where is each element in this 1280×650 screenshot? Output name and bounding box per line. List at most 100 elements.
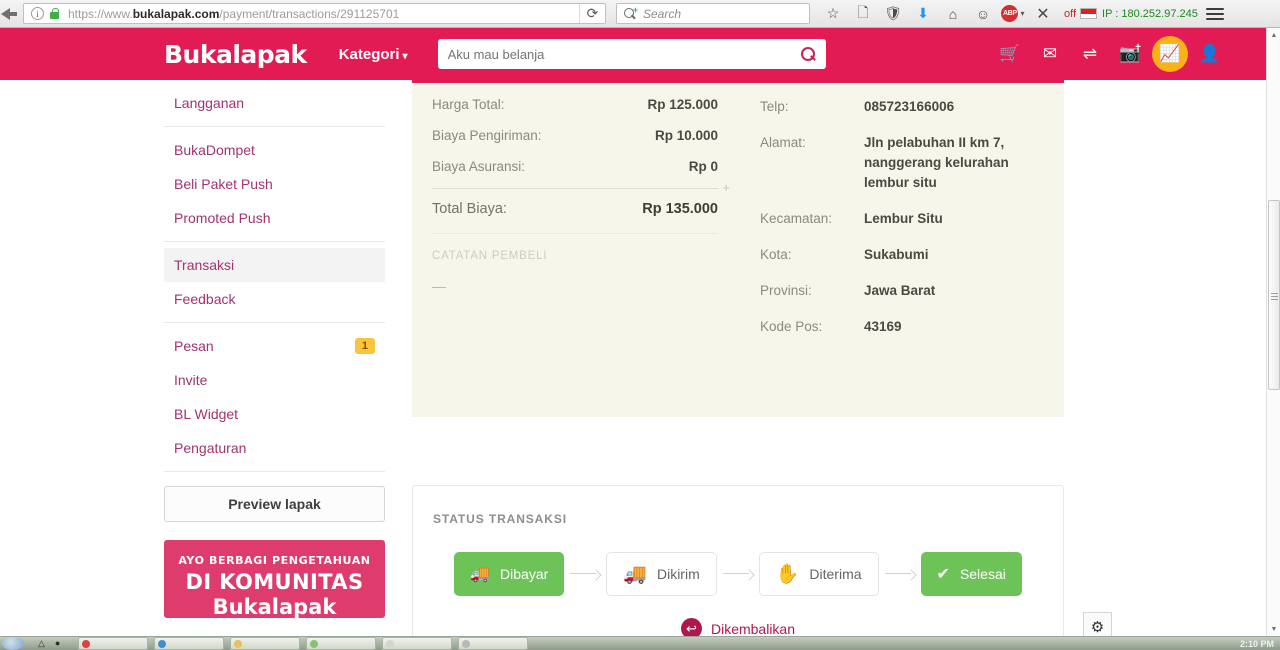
step-arrow-icon bbox=[717, 568, 759, 580]
url-path: /payment/transactions/291125701 bbox=[219, 6, 400, 21]
sidebar-item-label: Promoted Push bbox=[174, 210, 271, 226]
sidebar-item-feedback[interactable]: Feedback bbox=[164, 282, 385, 316]
app-icon bbox=[158, 639, 167, 648]
address-value: Sukabumi bbox=[864, 247, 929, 262]
camera-upload-icon[interactable]: 📷 + bbox=[1112, 36, 1148, 72]
quicklaunch-icon-1[interactable]: △ bbox=[38, 638, 45, 649]
lock-icon[interactable] bbox=[49, 7, 60, 20]
search-input[interactable] bbox=[447, 46, 801, 62]
sidebar-item-invite[interactable]: Invite bbox=[164, 363, 385, 397]
status-step-label: Dibayar bbox=[500, 566, 549, 582]
address-label: Telp: bbox=[760, 99, 789, 114]
status-step-diterima[interactable]: ✋ Diterima bbox=[758, 552, 879, 596]
shield-icon[interactable]: 🛡 bbox=[878, 2, 908, 26]
taskbar-window-3[interactable] bbox=[230, 637, 301, 650]
reading-list-icon[interactable]: 🗋 bbox=[848, 2, 878, 26]
promo-line-1: AYO BERBAGI PENGETAHUAN bbox=[178, 554, 371, 567]
address-value: 085723166006 bbox=[864, 99, 955, 114]
search-icon: + bbox=[624, 5, 638, 20]
address-value: 43169 bbox=[864, 319, 902, 334]
ip-address-label: IP : 180.252.97.245 bbox=[1102, 7, 1198, 20]
return-arrow-icon: ↩ bbox=[680, 618, 702, 636]
cost-row: Biaya Pengiriman: Rp 10.000 bbox=[432, 120, 718, 151]
os-taskbar: △ ● 2:10 PM bbox=[0, 636, 1280, 650]
taskbar-window-1[interactable] bbox=[78, 637, 149, 650]
message-envelope-icon[interactable]: ✉ bbox=[1032, 36, 1068, 72]
search-icon[interactable] bbox=[800, 46, 816, 62]
kategori-menu[interactable]: Kategori ▾ bbox=[339, 46, 408, 63]
downloads-icon[interactable]: ⬇ bbox=[908, 2, 938, 26]
sidebar-item-bl-widget[interactable]: BL Widget bbox=[164, 397, 385, 431]
cost-row: Harga Total: Rp 125.000 bbox=[432, 89, 718, 120]
status-step-selesai[interactable]: ✔ Selesai bbox=[920, 552, 1022, 596]
close-x-icon[interactable]: ✕ bbox=[1028, 2, 1058, 26]
sidebar-item-beli-paket-push[interactable]: Beli Paket Push bbox=[164, 167, 385, 201]
back-arrow-icon[interactable] bbox=[0, 3, 20, 25]
scroll-up-arrow-icon[interactable]: ▲ bbox=[1267, 28, 1280, 42]
receipt-columns: Harga Total: Rp 125.000 Biaya Pengiriman… bbox=[412, 83, 1064, 345]
app-icon bbox=[462, 639, 471, 648]
cart-icon[interactable]: 🛒 bbox=[992, 36, 1028, 72]
url-text: https://www.bukalapak.com/payment/transa… bbox=[68, 7, 399, 21]
sidebar-item-bukadompet[interactable]: BukaDompet bbox=[164, 133, 385, 167]
home-icon[interactable]: ⌂ bbox=[938, 2, 968, 26]
address-bar[interactable]: i https://www.bukalapak.com/payment/tran… bbox=[23, 3, 606, 24]
status-step-dikirim[interactable]: 🚚 Dikirim bbox=[606, 552, 717, 596]
buyer-note-value: — bbox=[432, 278, 446, 294]
browser-search-placeholder: Search bbox=[643, 6, 682, 21]
taskbar-window-2[interactable] bbox=[154, 637, 225, 650]
user-account-icon[interactable]: 👤 bbox=[1192, 36, 1228, 72]
komunitas-promo-banner[interactable]: AYO BERBAGI PENGETAHUAN DI KOMUNITAS Buk… bbox=[164, 540, 385, 618]
taskbar-window-5[interactable] bbox=[382, 637, 453, 650]
transaction-receipt-card: Harga Total: Rp 125.000 Biaya Pengiriman… bbox=[412, 80, 1064, 417]
chevron-down-icon: ▾ bbox=[1020, 9, 1025, 18]
browser-search-box[interactable]: + Search bbox=[616, 3, 810, 24]
bookmark-star-icon[interactable]: ☆ bbox=[818, 2, 848, 26]
scroll-down-arrow-icon[interactable]: ▼ bbox=[1267, 622, 1280, 636]
sidebar-item-label: Pengaturan bbox=[174, 440, 247, 456]
sidebar-group-4: Pesan 1 Invite BL Widget Pengaturan bbox=[164, 323, 385, 472]
quicklaunch-icon-2[interactable]: ● bbox=[55, 638, 60, 649]
address-row: Kode Pos: 43169 bbox=[760, 309, 1044, 345]
taskbar-windows bbox=[78, 637, 529, 650]
sidebar-item-label: Langganan bbox=[174, 95, 245, 111]
kategori-label: Kategori bbox=[338, 45, 400, 63]
cost-value: Rp 0 bbox=[688, 159, 718, 174]
info-icon[interactable]: i bbox=[31, 7, 44, 20]
smiley-feedback-icon[interactable]: ☺ bbox=[968, 2, 998, 26]
payment-truck-icon: 🚚 bbox=[470, 566, 491, 583]
adblock-plus-icon: ABP bbox=[1001, 5, 1019, 22]
check-icon: ✔ bbox=[936, 566, 950, 583]
sidebar-group-1: Langganan bbox=[164, 80, 385, 127]
cost-row: Biaya Asuransi: Rp 0 bbox=[432, 151, 718, 182]
taskbar-window-4[interactable] bbox=[306, 637, 377, 650]
promoted-push-icon[interactable]: 📈 bbox=[1152, 36, 1188, 72]
transfer-icon[interactable]: ⇌ bbox=[1072, 36, 1108, 72]
sidebar-item-transaksi[interactable]: Transaksi bbox=[164, 248, 385, 282]
scrollbar-thumb[interactable] bbox=[1268, 200, 1280, 390]
sidebar-group-3: Transaksi Feedback bbox=[164, 242, 385, 323]
browser-toolbar: i https://www.bukalapak.com/payment/tran… bbox=[0, 0, 1280, 28]
status-step-label: Selesai bbox=[959, 566, 1006, 582]
sidebar-item-promoted-push[interactable]: Promoted Push bbox=[164, 201, 385, 235]
sidebar-item-pesan[interactable]: Pesan 1 bbox=[164, 329, 385, 363]
status-steps: 🚚 Dibayar 🚚 Dikirim ✋ Diterima ✔ Selesai bbox=[413, 552, 1063, 596]
reload-icon[interactable]: ⟳ bbox=[579, 4, 605, 23]
promo-line-3: Bukalapak bbox=[212, 595, 337, 618]
adblock-plus-button[interactable]: ABP ▾ bbox=[998, 2, 1028, 26]
site-search-box[interactable] bbox=[437, 39, 826, 69]
sidebar-item-langganan[interactable]: Langganan bbox=[164, 86, 385, 120]
bukalapak-logo[interactable]: Bukalapak bbox=[164, 40, 307, 69]
menu-hamburger-icon[interactable] bbox=[1205, 5, 1224, 23]
address-value: Jln pelabuhan II km 7, nanggerang kelura… bbox=[864, 135, 1009, 190]
status-step-dibayar[interactable]: 🚚 Dibayar bbox=[454, 552, 565, 596]
total-value: Rp 135.000 bbox=[642, 201, 718, 217]
sidebar: Langganan BukaDompet Beli Paket Push Pro… bbox=[164, 80, 385, 618]
page-scrollbar[interactable]: ▲ ▼ bbox=[1266, 28, 1280, 636]
sidebar-item-label: Invite bbox=[174, 372, 208, 388]
start-button[interactable] bbox=[2, 637, 24, 650]
app-icon bbox=[386, 639, 395, 648]
preview-lapak-button[interactable]: Preview lapak bbox=[164, 486, 385, 522]
sidebar-item-pengaturan[interactable]: Pengaturan bbox=[164, 431, 385, 465]
taskbar-window-6[interactable] bbox=[458, 637, 529, 650]
